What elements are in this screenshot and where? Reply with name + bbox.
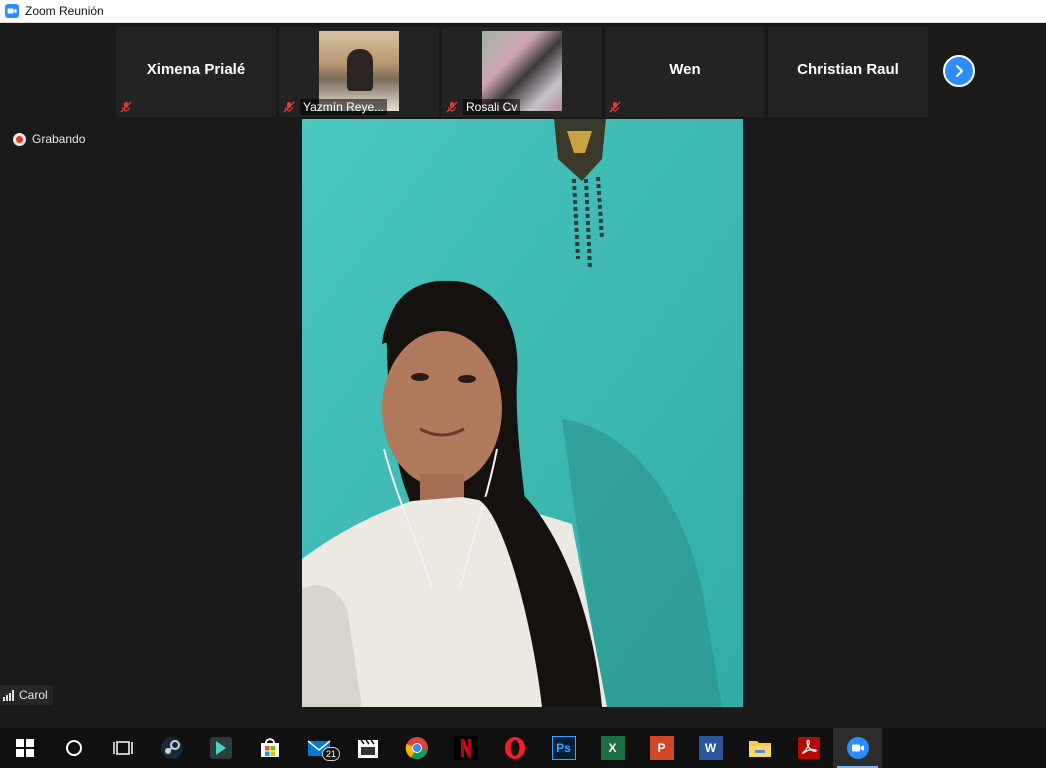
participant-tile[interactable]: Christian Raul — [768, 27, 928, 117]
chevron-right-icon — [956, 65, 963, 77]
muted-mic-icon — [119, 100, 133, 114]
mail-unread-badge: 21 — [322, 747, 341, 761]
window-titlebar: Zoom Reunión — [0, 0, 1046, 23]
connection-strength-icon — [3, 689, 14, 701]
zoom-app-icon — [5, 4, 19, 18]
participant-name: Ximena Prialé — [146, 61, 246, 78]
recording-label: Grabando — [32, 132, 86, 146]
participant-name: Wen — [669, 61, 701, 78]
word-icon[interactable]: W — [686, 728, 735, 768]
participant-name: Christian Raul — [797, 61, 899, 78]
speaker-video-frame — [302, 119, 743, 707]
excel-icon[interactable]: X — [588, 728, 637, 768]
chrome-icon[interactable] — [392, 728, 441, 768]
cortana-search-icon[interactable] — [49, 728, 98, 768]
adobe-reader-icon[interactable] — [784, 728, 833, 768]
meeting-area: Ximena Prialé Yazmín Reye... Rosali Cv W… — [0, 23, 1046, 728]
netflix-icon[interactable] — [441, 728, 490, 768]
powerpoint-icon[interactable]: P — [637, 728, 686, 768]
participant-name: Yazmín Reye... — [300, 99, 388, 115]
opera-icon[interactable] — [490, 728, 539, 768]
steam-icon[interactable] — [147, 728, 196, 768]
active-speaker-video — [302, 119, 743, 707]
windows-start-icon[interactable] — [0, 728, 49, 768]
task-view-icon[interactable] — [98, 728, 147, 768]
self-view-label: Carol — [0, 685, 53, 705]
microsoft-store-icon[interactable] — [245, 728, 294, 768]
next-page-button[interactable] — [943, 55, 975, 87]
filmora-icon[interactable] — [196, 728, 245, 768]
recording-indicator[interactable]: Grabando — [13, 132, 85, 146]
participant-tile[interactable]: Yazmín Reye... — [279, 27, 439, 117]
recording-dot-icon — [13, 132, 26, 146]
muted-mic-icon — [445, 100, 459, 114]
self-name: Carol — [19, 688, 48, 702]
participant-name: Rosali Cv — [463, 99, 521, 115]
participant-strip: Ximena Prialé Yazmín Reye... Rosali Cv W… — [116, 27, 928, 117]
mail-icon[interactable]: 21 — [294, 728, 343, 768]
window-title: Zoom Reunión — [25, 4, 104, 18]
windows-taskbar: 21 Ps X P W — [0, 728, 1046, 768]
zoom-icon[interactable] — [833, 728, 882, 768]
participant-tile[interactable]: Wen — [605, 27, 765, 117]
movies-tv-icon[interactable] — [343, 728, 392, 768]
muted-mic-icon — [608, 100, 622, 114]
muted-mic-icon — [282, 100, 296, 114]
participant-tile[interactable]: Ximena Prialé — [116, 27, 276, 117]
participant-tile[interactable]: Rosali Cv — [442, 27, 602, 117]
file-explorer-icon[interactable] — [735, 728, 784, 768]
photoshop-icon[interactable]: Ps — [539, 728, 588, 768]
